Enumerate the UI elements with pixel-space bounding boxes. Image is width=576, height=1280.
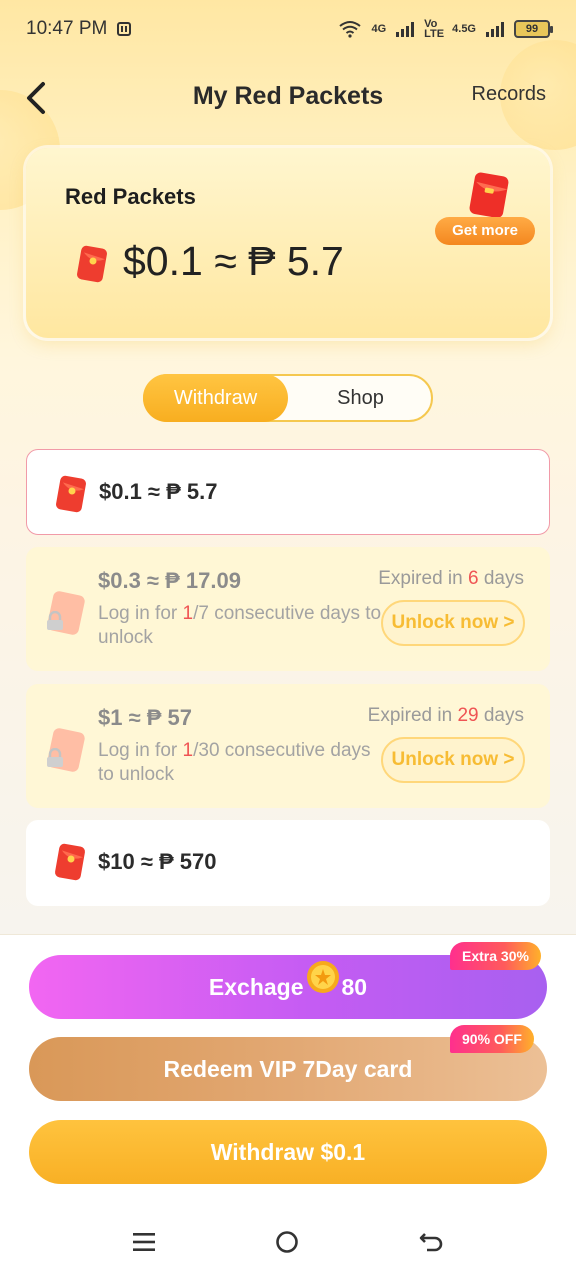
signal-icon (486, 21, 504, 37)
notification-icon (117, 22, 132, 36)
status-left: 10:47 PM (26, 18, 132, 40)
menu-button[interactable] (132, 1230, 156, 1259)
volte-label: Vo LTE (424, 18, 445, 40)
expire-days: 6 (468, 568, 479, 589)
unlock-now-button[interactable]: Unlock now > (381, 600, 525, 646)
system-back-button[interactable] (419, 1230, 445, 1259)
network-4g-label: 4G (371, 23, 387, 35)
red-packet-icon (56, 475, 86, 513)
packet-item[interactable]: $10 ≈ ₱ 570 (26, 820, 550, 906)
balance-title: Red Packets (65, 184, 196, 209)
discount-badge: 90% OFF (450, 1025, 534, 1053)
get-more-button[interactable]: Get more (435, 217, 535, 245)
signal-icon (396, 21, 415, 37)
red-packet-icon (469, 172, 509, 218)
app-header: My Red Packets Records (0, 70, 576, 126)
expire-prefix: Expired in (367, 705, 453, 726)
unlock-description: Log in for 1/30 consecutive days to unlo… (98, 739, 388, 787)
back-arrow-icon (419, 1233, 443, 1252)
exchange-cost: 80 (341, 974, 368, 1000)
status-time: 10:47 PM (26, 18, 108, 39)
balance-card: Red Packets $0.1 ≈ ₱ 5.7 Get more (26, 148, 550, 338)
network-45g-label: 4.5G (452, 23, 476, 35)
tab-switcher: Withdraw Shop (143, 374, 433, 422)
expire-text: Expired in 29 days (368, 705, 524, 727)
packet-item: $0.3 ≈ ₱ 17.09 Expired in 6 days Log in … (26, 547, 550, 671)
records-link[interactable]: Records (472, 83, 546, 106)
unlock-description: Log in for 1/7 consecutive days to unloc… (98, 602, 388, 650)
red-packet-icon (55, 843, 85, 881)
unlock-prefix: Log in for (98, 603, 178, 624)
unlock-now-button[interactable]: Unlock now > (381, 737, 525, 783)
unlock-prefix: Log in for (98, 740, 178, 761)
unlock-progress: 1 (182, 603, 194, 624)
system-nav-bar (0, 1216, 576, 1280)
expire-suffix: days (483, 568, 524, 589)
battery-level: 99 (525, 23, 539, 35)
tab-withdraw[interactable]: Withdraw (143, 374, 288, 422)
red-packet-icon (77, 245, 107, 283)
packet-amount: $0.1 ≈ ₱ 5.7 (99, 479, 218, 504)
withdraw-button[interactable]: Withdraw $0.1 (29, 1120, 547, 1184)
status-bar: 10:47 PM 4G Vo LTE 4.5G 99 (0, 0, 576, 58)
exchange-label: Exchage (208, 974, 304, 1000)
expire-prefix: Expired in (378, 568, 463, 589)
coin-icon (306, 954, 340, 1018)
extra-bonus-badge: Extra 30% (450, 942, 541, 970)
battery-icon: 99 (514, 20, 553, 38)
tab-shop[interactable]: Shop (288, 374, 433, 422)
menu-icon (133, 1233, 155, 1251)
lock-icon (47, 611, 63, 630)
packet-amount: $1 ≈ ₱ 57 (98, 705, 193, 730)
balance-amount: $0.1 ≈ ₱ 5.7 (123, 238, 344, 284)
packet-amount: $10 ≈ ₱ 570 (98, 849, 217, 874)
packet-item: $1 ≈ ₱ 57 Expired in 29 days Log in for … (26, 684, 550, 808)
packet-amount: $0.3 ≈ ₱ 17.09 (98, 568, 241, 593)
home-button[interactable] (275, 1230, 299, 1259)
lock-icon (47, 748, 63, 767)
wifi-icon (339, 21, 362, 38)
packet-item[interactable]: $0.1 ≈ ₱ 5.7 (26, 449, 550, 535)
expire-suffix: days (483, 705, 524, 726)
expire-text: Expired in 6 days (378, 568, 524, 590)
status-right: 4G Vo LTE 4.5G 99 (339, 18, 553, 40)
expire-days: 29 (457, 705, 479, 726)
home-circle-icon (276, 1231, 298, 1253)
unlock-progress: 1 (182, 740, 194, 761)
